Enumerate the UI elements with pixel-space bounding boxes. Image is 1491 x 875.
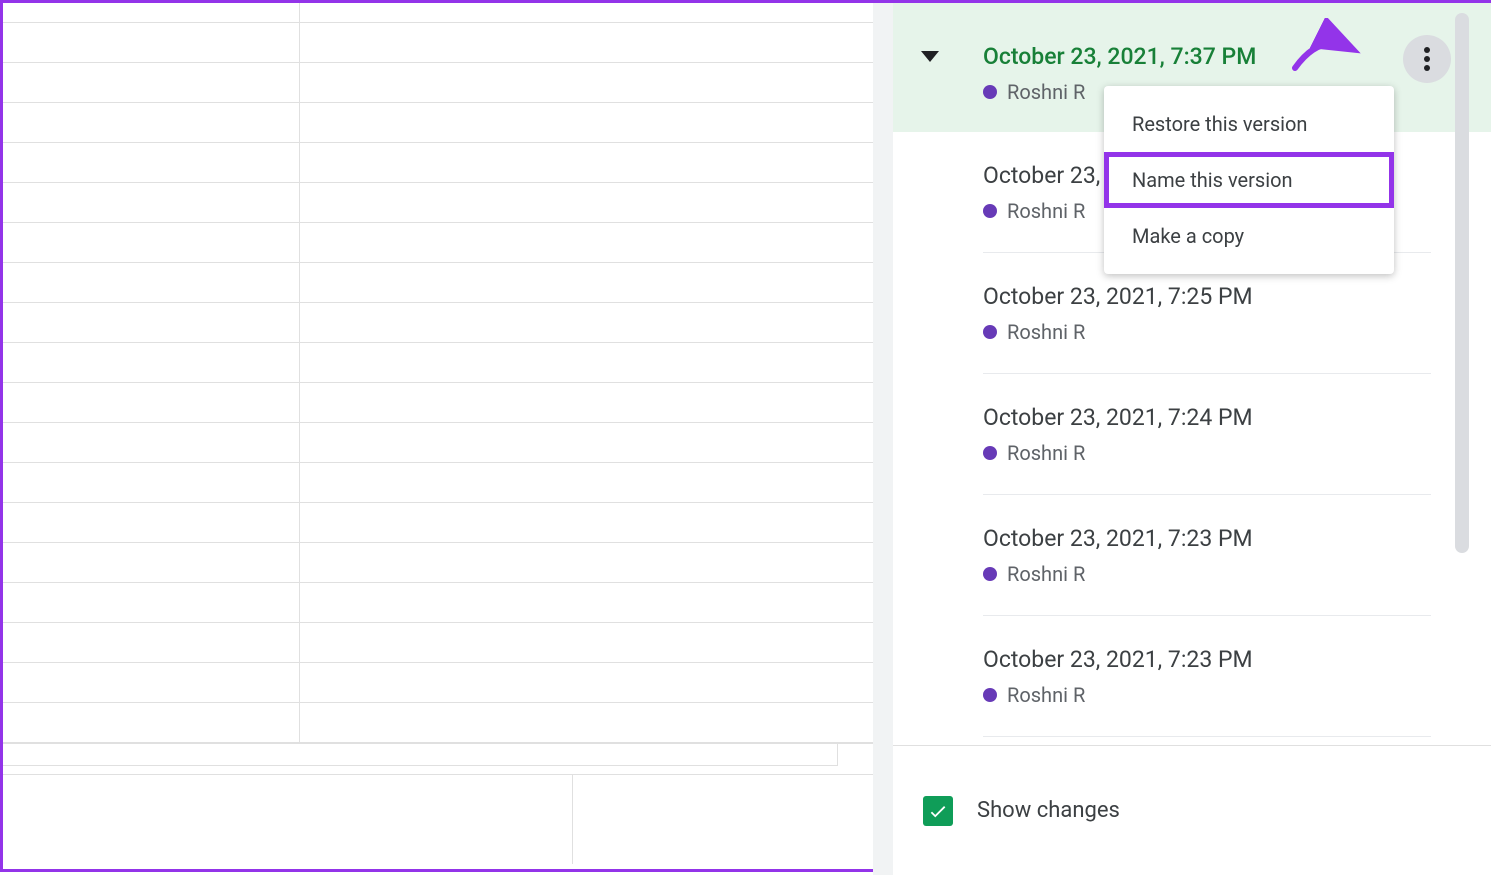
version-timestamp: October 23, 2021, 7:23 PM [983, 646, 1471, 673]
version-author: Roshni R [983, 683, 1471, 707]
version-item[interactable]: October 23, 2021, 7:23 PM Roshni R [893, 495, 1491, 616]
author-name: Roshni R [1007, 80, 1085, 104]
sidebar-footer: Show changes [893, 745, 1491, 875]
vertical-dots-icon [1424, 47, 1430, 71]
make-copy-menu-item[interactable]: Make a copy [1104, 208, 1394, 264]
version-timestamp: October 23, 2021, 7:37 PM [983, 43, 1471, 70]
checkmark-icon [927, 800, 949, 822]
version-timestamp: October 23, 2021, 7:25 PM [983, 283, 1471, 310]
author-color-dot [983, 204, 997, 218]
sheet-tab[interactable] [3, 775, 573, 864]
restore-version-menu-item[interactable]: Restore this version [1104, 96, 1394, 152]
version-timestamp: October 23, 2021, 7:23 PM [983, 525, 1471, 552]
sheet-tab[interactable] [573, 775, 873, 864]
author-color-dot [983, 85, 997, 99]
more-actions-button[interactable] [1403, 35, 1451, 83]
version-author: Roshni R [983, 320, 1471, 344]
author-color-dot [983, 688, 997, 702]
scrollbar[interactable] [1455, 13, 1469, 553]
version-item[interactable]: October 23, 2021, 5:30 PM [893, 737, 1491, 739]
version-context-menu: Restore this version Name this version M… [1104, 86, 1394, 274]
author-name: Roshni R [1007, 562, 1085, 586]
expand-triangle-icon[interactable] [921, 51, 939, 62]
version-item[interactable]: October 23, 2021, 7:23 PM Roshni R [893, 616, 1491, 737]
author-color-dot [983, 325, 997, 339]
version-item[interactable]: October 23, 2021, 7:24 PM Roshni R [893, 374, 1491, 495]
name-version-menu-item[interactable]: Name this version [1104, 152, 1394, 208]
author-color-dot [983, 567, 997, 581]
author-name: Roshni R [1007, 441, 1085, 465]
author-name: Roshni R [1007, 683, 1085, 707]
spreadsheet-bottom-bar [3, 743, 873, 853]
author-name: Roshni R [1007, 199, 1085, 223]
show-changes-checkbox[interactable] [923, 796, 953, 826]
version-timestamp: October 23, 2021, 7:24 PM [983, 404, 1471, 431]
show-changes-label: Show changes [977, 798, 1120, 823]
author-name: Roshni R [1007, 320, 1085, 344]
pane-divider [873, 3, 893, 875]
version-author: Roshni R [983, 441, 1471, 465]
version-author: Roshni R [983, 562, 1471, 586]
spreadsheet-grid[interactable] [3, 3, 873, 763]
author-color-dot [983, 446, 997, 460]
